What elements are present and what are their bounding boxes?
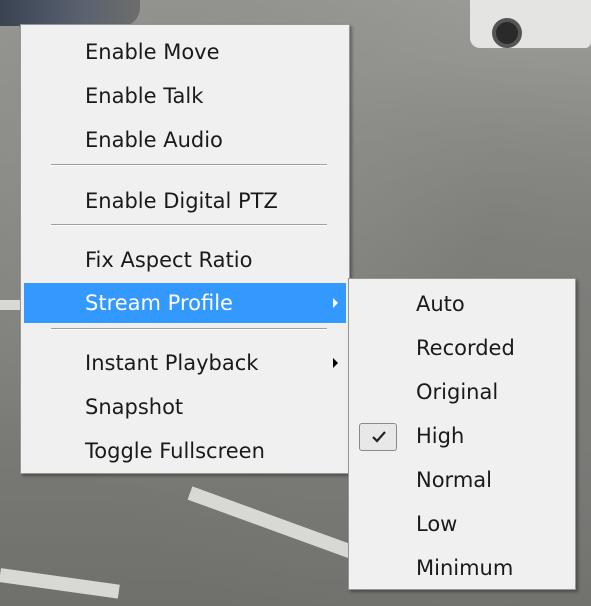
menu-item-enable-talk[interactable]: Enable Talk	[24, 76, 346, 116]
checkmark-box	[359, 423, 397, 451]
submenu-item-low[interactable]: Low	[352, 504, 572, 544]
menu-separator	[51, 224, 327, 226]
menu-item-label: Stream Profile	[85, 291, 233, 315]
parking-line	[0, 300, 22, 310]
parked-van	[470, 0, 591, 48]
menu-item-stream-profile[interactable]: Stream Profile	[24, 283, 346, 323]
menu-item-enable-audio[interactable]: Enable Audio	[24, 120, 346, 160]
menu-item-label: Enable Digital PTZ	[85, 189, 278, 213]
submenu-item-label: Recorded	[416, 336, 515, 360]
stream-profile-submenu: Auto Recorded Original High Normal Low M…	[348, 278, 576, 590]
menu-item-enable-digital-ptz[interactable]: Enable Digital PTZ	[24, 181, 346, 221]
menu-item-label: Enable Audio	[85, 128, 223, 152]
menu-item-instant-playback[interactable]: Instant Playback	[24, 343, 346, 383]
menu-item-enable-move[interactable]: Enable Move	[24, 32, 346, 72]
submenu-item-label: Low	[416, 512, 458, 536]
submenu-arrow-icon	[333, 298, 338, 308]
submenu-item-label: High	[416, 424, 465, 448]
parked-car	[0, 0, 140, 26]
parking-line	[0, 568, 120, 599]
submenu-item-recorded[interactable]: Recorded	[352, 328, 572, 368]
submenu-item-minimum[interactable]: Minimum	[352, 548, 572, 588]
menu-item-label: Toggle Fullscreen	[85, 439, 265, 463]
submenu-item-normal[interactable]: Normal	[352, 460, 572, 500]
menu-item-label: Instant Playback	[85, 351, 259, 375]
menu-item-label: Snapshot	[85, 395, 184, 419]
submenu-arrow-icon	[333, 358, 338, 368]
menu-item-fix-aspect-ratio[interactable]: Fix Aspect Ratio	[24, 240, 346, 280]
submenu-item-label: Minimum	[416, 556, 514, 580]
menu-item-snapshot[interactable]: Snapshot	[24, 387, 346, 427]
submenu-item-label: Normal	[416, 468, 492, 492]
van-wheel	[492, 18, 522, 48]
submenu-item-label: Original	[416, 380, 499, 404]
menu-item-label: Enable Talk	[85, 84, 204, 108]
context-menu: Enable Move Enable Talk Enable Audio Ena…	[20, 24, 350, 474]
submenu-item-high[interactable]: High	[352, 416, 572, 456]
menu-item-label: Enable Move	[85, 40, 220, 64]
checkmark-icon	[372, 431, 386, 443]
menu-item-label: Fix Aspect Ratio	[85, 248, 253, 272]
menu-separator	[51, 328, 327, 330]
menu-separator	[51, 164, 327, 166]
menu-item-toggle-fullscreen[interactable]: Toggle Fullscreen	[24, 431, 346, 471]
submenu-item-label: Auto	[416, 292, 465, 316]
submenu-item-auto[interactable]: Auto	[352, 284, 572, 324]
submenu-item-original[interactable]: Original	[352, 372, 572, 412]
